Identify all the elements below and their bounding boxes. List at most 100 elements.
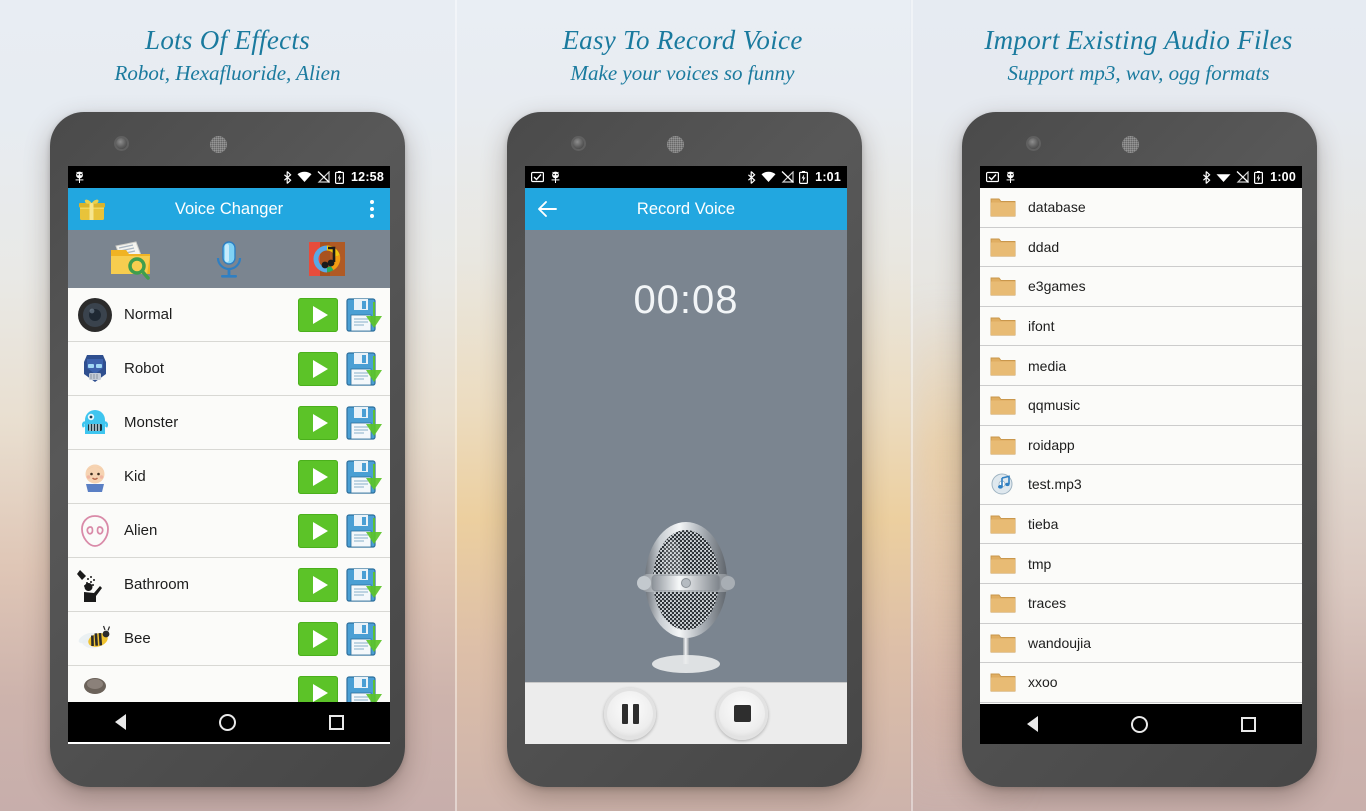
list-item[interactable]: e3games xyxy=(980,267,1302,307)
wifi-icon xyxy=(297,171,312,183)
list-item[interactable]: Bee xyxy=(68,612,390,666)
gift-icon[interactable] xyxy=(78,196,106,222)
list-item-label: ddad xyxy=(1028,238,1060,255)
bluetooth-icon xyxy=(283,170,292,184)
recents-button[interactable] xyxy=(328,714,344,730)
list-item[interactable]: Alien xyxy=(68,504,390,558)
play-button[interactable] xyxy=(298,351,338,386)
list-item[interactable]: Kid xyxy=(68,450,390,504)
list-item-label: xxoo xyxy=(1028,674,1058,691)
list-item[interactable]: xxoo xyxy=(980,663,1302,703)
list-item[interactable]: tieba xyxy=(980,504,1302,545)
monster-icon xyxy=(76,404,114,442)
play-button[interactable] xyxy=(298,567,338,602)
panel-divider-2 xyxy=(911,0,913,811)
home-button[interactable] xyxy=(218,713,236,731)
folder-icon xyxy=(990,592,1016,614)
overflow-menu-icon[interactable] xyxy=(364,198,380,220)
folder-icon xyxy=(990,394,1016,416)
list-item[interactable]: Bathroom xyxy=(68,558,390,612)
play-button[interactable] xyxy=(298,621,338,656)
record-mic-icon[interactable] xyxy=(204,236,254,282)
audio-file-icon xyxy=(990,473,1016,495)
phone-3-navbar[interactable] xyxy=(980,704,1302,744)
save-button[interactable] xyxy=(344,674,386,702)
save-button[interactable] xyxy=(344,350,386,388)
list-item[interactable]: traces xyxy=(980,583,1302,624)
recents-button[interactable] xyxy=(1240,716,1256,732)
pause-icon xyxy=(621,703,639,724)
save-button[interactable] xyxy=(344,404,386,442)
list-item[interactable]: wandoujia xyxy=(980,623,1302,664)
phone-2: 1:01 Record Voice 00:08 xyxy=(507,112,862,787)
media-player-icon[interactable] xyxy=(302,236,352,282)
list-item[interactable]: tmp xyxy=(980,544,1302,584)
list-item[interactable]: ifont xyxy=(980,306,1302,347)
list-item[interactable]: Normal xyxy=(68,288,390,342)
phone-1-navbar[interactable] xyxy=(68,702,390,742)
play-button[interactable] xyxy=(298,459,338,494)
record-timer: 00:08 xyxy=(633,278,739,322)
play-icon xyxy=(312,305,328,324)
list-item[interactable]: roidapp xyxy=(980,425,1302,466)
android-icon xyxy=(550,171,561,184)
screenshot-icon xyxy=(531,171,544,183)
android-icon xyxy=(74,171,85,184)
list-item-label: Alien xyxy=(124,522,158,539)
play-button[interactable] xyxy=(298,513,338,548)
list-item-label: Monster xyxy=(124,414,179,431)
save-button[interactable] xyxy=(344,620,386,658)
list-item-label: roidapp xyxy=(1028,436,1075,453)
play-button[interactable] xyxy=(298,405,338,440)
earpiece-speaker-icon xyxy=(667,136,684,153)
android-icon xyxy=(1005,171,1016,184)
play-button[interactable] xyxy=(298,297,338,332)
list-item[interactable]: qqmusic xyxy=(980,385,1302,426)
list-item-label: tmp xyxy=(1028,555,1052,572)
phone-1-screen: 12:58 Voice Changer Normal Robot Monster… xyxy=(68,166,390,744)
list-item-label: Robot xyxy=(124,360,165,377)
list-item-label: database xyxy=(1028,199,1086,216)
save-button[interactable] xyxy=(344,512,386,550)
status-time: 1:01 xyxy=(815,170,841,184)
phone-3-screen: 1:00 database ddad e3games ifont media q… xyxy=(980,166,1302,744)
home-button[interactable] xyxy=(1130,715,1148,733)
list-item-label: ifont xyxy=(1028,318,1055,335)
phone-1-toolbar xyxy=(68,230,390,288)
list-item[interactable]: Monster xyxy=(68,396,390,450)
folder-icon xyxy=(990,236,1016,258)
list-item[interactable]: ddad xyxy=(980,227,1302,268)
play-button[interactable] xyxy=(298,675,338,702)
pause-button[interactable] xyxy=(604,687,656,740)
effects-list[interactable]: Normal Robot Monster Kid Alien Bathroom … xyxy=(68,288,390,702)
save-button[interactable] xyxy=(344,458,386,496)
stop-button[interactable] xyxy=(716,687,768,740)
list-item[interactable]: test.mp3 xyxy=(980,465,1302,505)
back-arrow-icon[interactable] xyxy=(535,196,561,222)
partial-icon xyxy=(76,674,114,703)
list-item-label: e3games xyxy=(1028,278,1086,295)
wifi-icon xyxy=(761,171,776,183)
bluetooth-icon xyxy=(747,170,756,184)
phone-2-appbar-title: Record Voice xyxy=(636,199,736,218)
earpiece-speaker-icon xyxy=(1122,136,1139,153)
list-item[interactable]: database xyxy=(980,188,1302,228)
alien-icon xyxy=(76,512,114,550)
back-button[interactable] xyxy=(114,714,126,730)
phone-3-statusbar: 1:00 xyxy=(980,166,1302,188)
back-button[interactable] xyxy=(1026,716,1038,732)
play-icon xyxy=(312,359,328,378)
front-camera-icon xyxy=(573,138,584,149)
save-button[interactable] xyxy=(344,296,386,334)
list-item[interactable]: Robot xyxy=(68,342,390,396)
file-browser-list[interactable]: database ddad e3games ifont media qqmusi… xyxy=(980,188,1302,704)
phone-1-appbar-title: Voice Changer xyxy=(174,199,284,218)
phone-1: 12:58 Voice Changer Normal Robot Monster… xyxy=(50,112,405,787)
save-button[interactable] xyxy=(344,566,386,604)
list-item[interactable]: media xyxy=(980,346,1302,386)
play-icon xyxy=(312,683,328,702)
open-file-icon[interactable] xyxy=(106,236,156,282)
list-item[interactable] xyxy=(68,666,390,702)
folder-icon xyxy=(990,513,1016,535)
record-controls[interactable] xyxy=(525,682,847,744)
